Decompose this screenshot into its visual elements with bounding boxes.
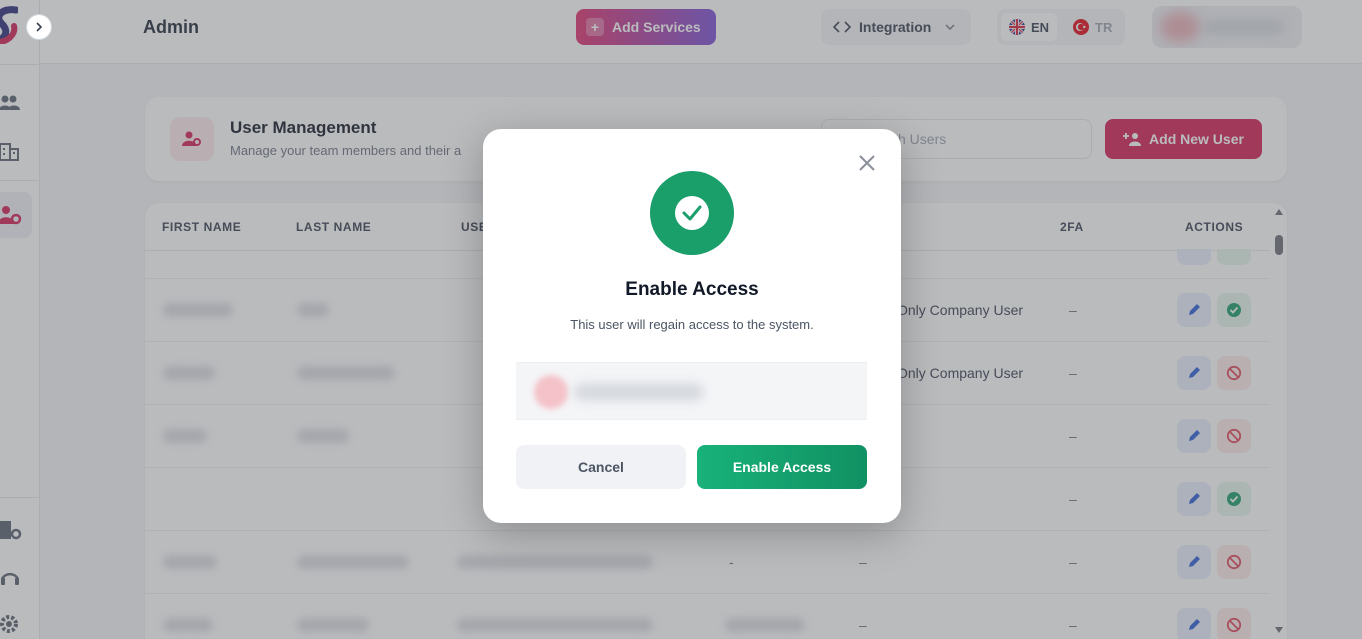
selected-user-name [574, 383, 704, 401]
avatar [534, 375, 568, 409]
check-icon [682, 205, 702, 221]
selected-user-box [516, 362, 867, 420]
enable-access-dialog: Enable Access This user will regain acce… [483, 129, 901, 523]
chevron-right-icon [36, 22, 43, 32]
close-icon [859, 155, 875, 171]
confirm-enable-access-button[interactable]: Enable Access [697, 445, 867, 489]
dialog-title: Enable Access [625, 279, 759, 300]
close-button[interactable] [856, 152, 878, 174]
cancel-button[interactable]: Cancel [516, 445, 686, 489]
dialog-description: This user will regain access to the syst… [570, 317, 814, 332]
success-icon [650, 171, 734, 255]
sidebar-collapse-button[interactable] [26, 14, 52, 40]
